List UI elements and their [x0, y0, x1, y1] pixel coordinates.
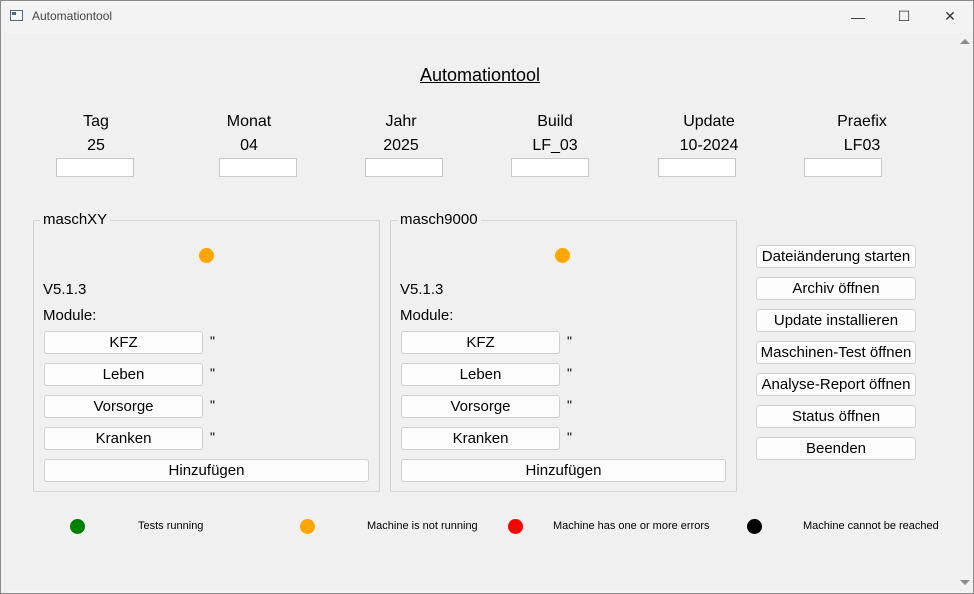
- legend-text: Machine cannot be reached: [803, 520, 939, 532]
- page-title: Automationtool: [419, 65, 541, 85]
- module-kranken-button[interactable]: Kranken: [44, 427, 203, 450]
- vertical-scrollbar[interactable]: [957, 33, 973, 591]
- field-label: Update: [683, 113, 735, 130]
- open-archive-button[interactable]: Archiv öffnen: [756, 277, 916, 300]
- open-status-button[interactable]: Status öffnen: [756, 405, 916, 428]
- title-bar: Automationtool — ☐ ✕: [1, 1, 973, 32]
- machine-group-masch9000: masch9000 V5.1.3 Module: KFZ " Leben " V…: [390, 211, 737, 492]
- main-content: Automationtool Tag 25 Monat 04 Jahr 2025…: [3, 33, 957, 591]
- field-label: Praefix: [837, 113, 887, 130]
- module-leben-button[interactable]: Leben: [44, 363, 203, 386]
- jahr-input[interactable]: [365, 158, 443, 177]
- legend-red-dot: [508, 519, 523, 534]
- module-mark: ": [567, 365, 572, 381]
- module-mark: ": [210, 429, 215, 445]
- module-kfz-button[interactable]: KFZ: [44, 331, 203, 354]
- machine-version: V5.1.3: [400, 281, 444, 298]
- modules-label: Module:: [400, 307, 454, 324]
- monat-input[interactable]: [219, 158, 297, 177]
- close-button[interactable]: ✕: [927, 1, 973, 32]
- field-label: Tag: [83, 113, 109, 130]
- module-mark: ": [210, 333, 215, 349]
- module-kranken-button[interactable]: Kranken: [401, 427, 560, 450]
- module-mark: ": [210, 397, 215, 413]
- field-label: Monat: [226, 113, 272, 130]
- machine-name: maschXY: [40, 211, 111, 228]
- tag-input[interactable]: [56, 158, 134, 177]
- scroll-down-icon[interactable]: [960, 580, 970, 585]
- module-kfz-button[interactable]: KFZ: [401, 331, 560, 354]
- window-title: Automationtool: [32, 9, 113, 23]
- open-machine-test-button[interactable]: Maschinen-Test öffnen: [756, 341, 916, 364]
- app-window: Automationtool — ☐ ✕ Automationtool Tag …: [0, 0, 974, 594]
- open-analysis-report-button[interactable]: Analyse-Report öffnen: [756, 373, 916, 396]
- start-file-change-button[interactable]: Dateiänderung starten: [756, 245, 916, 268]
- update-input[interactable]: [658, 158, 736, 177]
- module-mark: ": [210, 365, 215, 381]
- add-module-button[interactable]: Hinzufügen: [401, 459, 726, 482]
- app-icon: [10, 10, 23, 21]
- field-value: 04: [240, 137, 258, 154]
- exit-button[interactable]: Beenden: [756, 437, 916, 460]
- field-value: LF03: [843, 137, 881, 154]
- legend-text: Machine has one or more errors: [553, 520, 710, 532]
- field-value: 25: [87, 137, 105, 154]
- module-vorsorge-button[interactable]: Vorsorge: [401, 395, 560, 418]
- field-value: 10-2024: [679, 137, 739, 154]
- module-mark: ": [567, 429, 572, 445]
- legend-black-dot: [747, 519, 762, 534]
- machine-status-dot: [555, 248, 570, 263]
- module-leben-button[interactable]: Leben: [401, 363, 560, 386]
- maximize-button[interactable]: ☐: [881, 1, 927, 32]
- machine-status-dot: [199, 248, 214, 263]
- modules-label: Module:: [43, 307, 97, 324]
- build-input[interactable]: [511, 158, 589, 177]
- field-label: Jahr: [385, 113, 417, 130]
- machine-version: V5.1.3: [43, 281, 87, 298]
- field-value: LF_03: [532, 137, 578, 154]
- legend-text: Tests running: [138, 520, 204, 532]
- module-mark: ": [567, 333, 572, 349]
- legend-green-dot: [70, 519, 85, 534]
- module-mark: ": [567, 397, 572, 413]
- praefix-input[interactable]: [804, 158, 882, 177]
- scroll-up-icon[interactable]: [960, 39, 970, 44]
- machine-name: masch9000: [397, 211, 481, 228]
- module-vorsorge-button[interactable]: Vorsorge: [44, 395, 203, 418]
- add-module-button[interactable]: Hinzufügen: [44, 459, 369, 482]
- install-update-button[interactable]: Update installieren: [756, 309, 916, 332]
- minimize-button[interactable]: —: [835, 1, 881, 32]
- machine-group-maschxy: maschXY V5.1.3 Module: KFZ " Leben " Vor…: [33, 211, 380, 492]
- field-label: Build: [537, 113, 573, 130]
- legend-text: Machine is not running: [367, 520, 478, 532]
- legend-orange-dot: [300, 519, 315, 534]
- field-value: 2025: [383, 137, 419, 154]
